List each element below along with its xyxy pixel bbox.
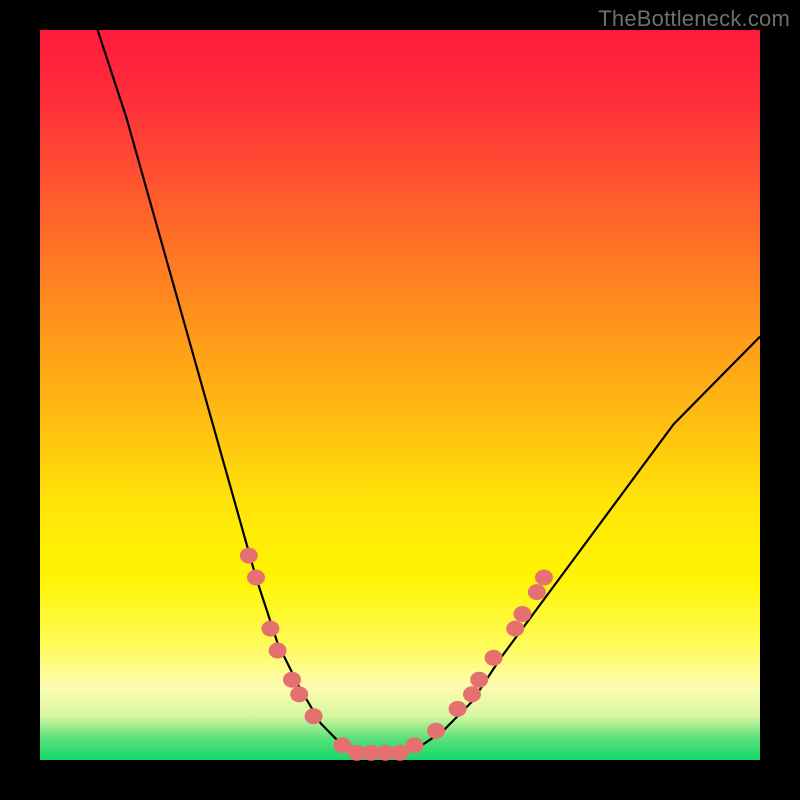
data-marker — [427, 723, 445, 739]
data-marker — [261, 621, 279, 637]
plot-area — [40, 30, 760, 760]
watermark-label: TheBottleneck.com — [598, 6, 790, 32]
data-marker — [283, 672, 301, 688]
chart-frame: TheBottleneck.com — [0, 0, 800, 800]
data-marker — [247, 570, 265, 586]
data-marker — [485, 650, 503, 666]
data-marker — [269, 643, 287, 659]
data-marker — [240, 548, 258, 564]
data-marker — [290, 686, 308, 702]
curve-svg — [40, 30, 760, 760]
data-marker — [405, 737, 423, 753]
data-marker — [463, 686, 481, 702]
data-marker — [513, 606, 531, 622]
data-marker — [535, 570, 553, 586]
data-marker — [470, 672, 488, 688]
data-marker — [528, 584, 546, 600]
data-marker — [506, 621, 524, 637]
data-marker — [305, 708, 323, 724]
data-marker — [449, 701, 467, 717]
markers-group — [240, 548, 553, 761]
bottleneck-curve-path — [98, 30, 760, 753]
